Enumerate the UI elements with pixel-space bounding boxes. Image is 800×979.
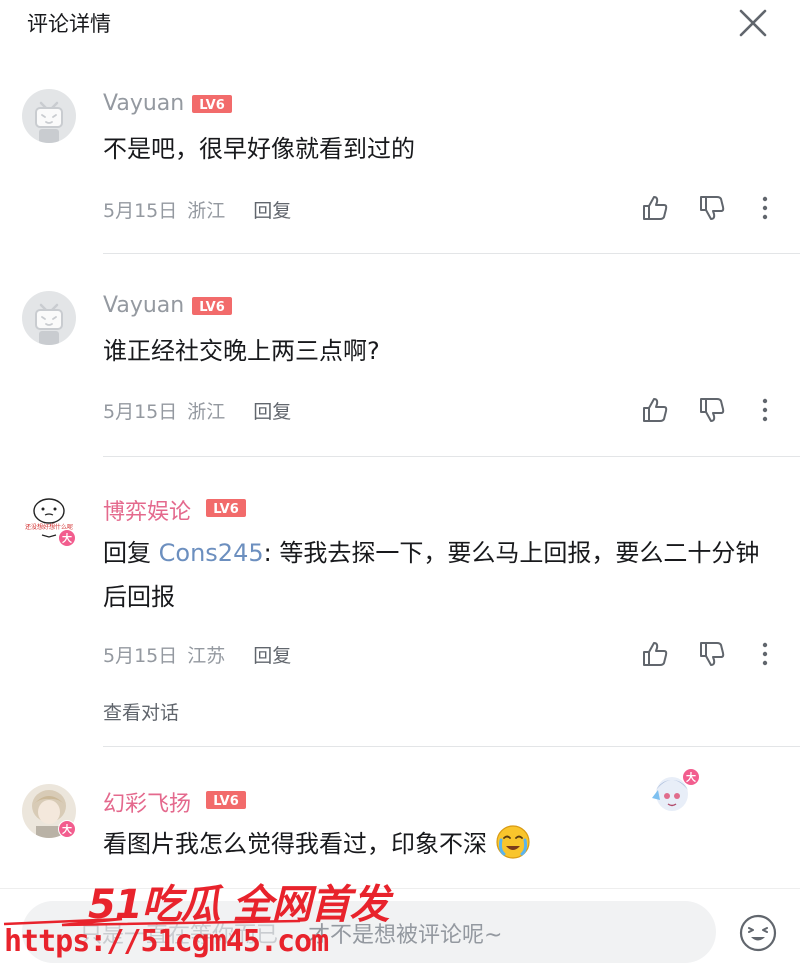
comment-meta: 5月15日 江苏 回复 [103,641,291,671]
anime-sticker-icon: 大 [652,769,699,811]
level-badge-icon: LV6 [192,297,232,315]
header: 评论详情 [0,0,800,46]
watermark-url: https://51cgm45.com [4,924,329,959]
username[interactable]: Vayuan [103,91,184,116]
crying-emoji-icon [496,825,530,859]
level-badge-text: LV6 [199,300,225,315]
username[interactable]: Vayuan [103,293,184,318]
default-avatar-icon [22,291,76,345]
comment-text: 回复 Cons245: 等我去探一下，要么马上回报，要么二十分钟后回报 [103,531,763,619]
svg-text:大: 大 [62,823,72,836]
reply-button[interactable]: 回复 [253,401,291,423]
divider [103,253,800,254]
comment-date: 5月15日 [103,645,178,667]
level-badge-text: LV6 [199,98,225,113]
reply-target-link[interactable]: Cons245 [159,539,264,567]
avatar[interactable] [22,89,76,143]
level-badge-text: LV6 [213,794,239,809]
thumb-down-icon[interactable] [697,193,727,223]
reply-prefix: 回复 [103,539,159,567]
comment-actions [640,639,780,673]
watermark: 51吃瓜 全网首发 https://51cgm45.com [0,872,390,972]
level-badge-text: LV6 [213,502,239,517]
svg-text:大: 大 [62,532,72,545]
username[interactable]: 博弈娱论 [103,494,191,526]
comment-text: 看图片我怎么觉得我看过，印象不深 [103,822,763,866]
comment-location: 浙江 [187,200,226,222]
username[interactable]: 幻彩飞扬 [103,786,191,818]
comment-text: 谁正经社交晚上两三点啊? [103,337,380,365]
close-icon[interactable] [736,6,770,40]
close-button[interactable] [736,6,770,40]
comment-text: 不是吧，很早好像就看到过的 [103,135,415,163]
divider [103,456,800,457]
comment-meta: 5月15日 浙江 回复 [103,196,291,226]
comment-actions [640,193,780,227]
thumb-up-icon[interactable] [640,639,670,669]
comment-location: 江苏 [187,645,226,667]
level-badge-icon: LV6 [206,791,246,809]
more-icon[interactable] [750,639,780,669]
comment-actions [640,395,780,429]
reply-button[interactable]: 回复 [253,645,291,667]
reply-button[interactable]: 回复 [253,200,291,222]
more-icon[interactable] [750,193,780,223]
svg-text:大: 大 [686,771,696,784]
vip-badge-icon: 大 [58,529,76,547]
view-conversation-link[interactable]: 查看对话 [103,698,179,725]
vip-badge-icon: 大 [58,820,76,838]
level-badge-icon: LV6 [192,95,232,113]
comment-date: 5月15日 [103,401,178,423]
thumb-down-icon[interactable] [697,639,727,669]
comment-date: 5月15日 [103,200,178,222]
comment-body: 看图片我怎么觉得我看过，印象不深 [103,830,487,858]
thumb-up-icon[interactable] [640,395,670,425]
comment-location: 浙江 [187,401,226,423]
thumb-down-icon[interactable] [697,395,727,425]
level-badge-icon: LV6 [206,499,246,517]
divider [103,746,800,747]
avatar[interactable] [22,291,76,345]
emoji-icon[interactable] [738,913,778,953]
thumb-up-icon[interactable] [640,193,670,223]
default-avatar-icon [22,89,76,143]
comment-meta: 5月15日 浙江 回复 [103,397,291,427]
more-icon[interactable] [750,395,780,425]
page-title: 评论详情 [27,12,111,36]
